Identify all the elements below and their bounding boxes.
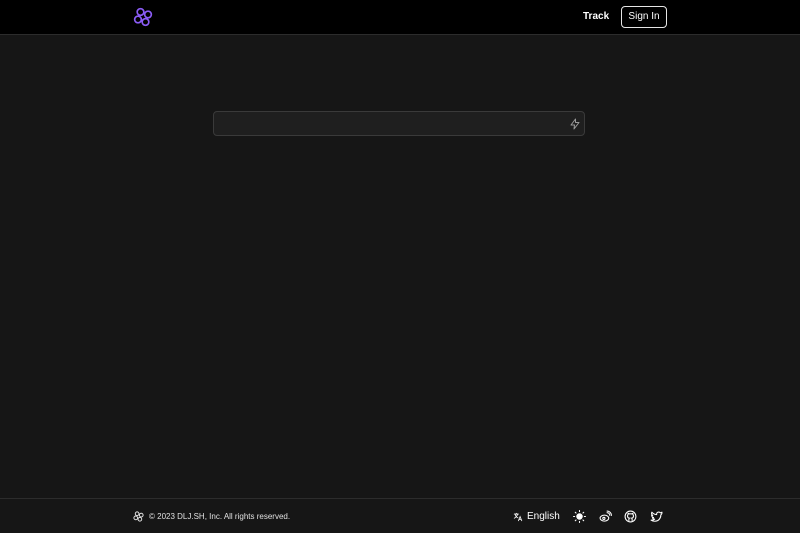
copyright-text: © 2023 DLJ.SH, Inc. All rights reserved. (149, 512, 291, 521)
logo-icon[interactable] (133, 7, 153, 27)
weibo-icon[interactable] (599, 510, 612, 523)
language-selector[interactable]: English (513, 510, 560, 523)
github-icon[interactable] (624, 510, 637, 523)
footer: © 2023 DLJ.SH, Inc. All rights reserved.… (0, 498, 800, 533)
lightning-icon[interactable] (569, 118, 581, 130)
url-input-container (213, 111, 585, 136)
sign-in-button[interactable]: Sign In (621, 6, 667, 28)
top-nav-bar: Track Sign In (0, 0, 800, 35)
sun-icon[interactable] (573, 510, 586, 523)
footer-logo-icon (133, 511, 144, 522)
nav-link-track[interactable]: Track (583, 11, 609, 23)
language-label: English (527, 510, 560, 522)
main-content (0, 35, 800, 498)
translate-icon (513, 512, 523, 521)
twitter-icon[interactable] (650, 510, 663, 523)
url-input[interactable] (220, 115, 560, 132)
